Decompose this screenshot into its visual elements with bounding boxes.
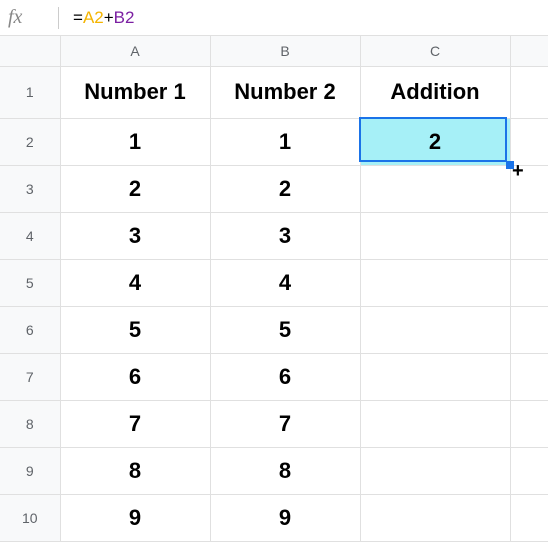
formula-input[interactable]: =A2+B2 (73, 8, 134, 28)
cell-c2[interactable]: 2 (360, 118, 510, 165)
cell-c10[interactable] (360, 494, 510, 541)
cell-c9[interactable] (360, 447, 510, 494)
cell-c3[interactable] (360, 165, 510, 212)
spreadsheet-grid: A B C 1 Number 1 Number 2 Addition 2 1 1… (0, 36, 548, 542)
cell-d10[interactable] (510, 494, 548, 541)
formula-ref-a: A2 (83, 8, 104, 28)
cell-d3[interactable] (510, 165, 548, 212)
row-header-2[interactable]: 2 (0, 118, 60, 165)
cell-d7[interactable] (510, 353, 548, 400)
fill-handle[interactable] (506, 161, 514, 169)
cell-c5[interactable] (360, 259, 510, 306)
row-header-5[interactable]: 5 (0, 259, 60, 306)
cell-d9[interactable] (510, 447, 548, 494)
cell-b6[interactable]: 5 (210, 306, 360, 353)
cell-c4[interactable] (360, 212, 510, 259)
cell-b8[interactable]: 7 (210, 400, 360, 447)
select-all-corner[interactable] (0, 36, 60, 66)
fx-label: fx (8, 6, 58, 29)
formula-equals: = (73, 8, 83, 28)
cell-d1[interactable] (510, 66, 548, 118)
cell-c1[interactable]: Addition (360, 66, 510, 118)
cell-a9[interactable]: 8 (60, 447, 210, 494)
cell-b1[interactable]: Number 2 (210, 66, 360, 118)
cell-b2[interactable]: 1 (210, 118, 360, 165)
cell-b4[interactable]: 3 (210, 212, 360, 259)
column-header-a[interactable]: A (60, 36, 210, 66)
cell-b3[interactable]: 2 (210, 165, 360, 212)
column-header-b[interactable]: B (210, 36, 360, 66)
row-header-9[interactable]: 9 (0, 447, 60, 494)
cell-c6[interactable] (360, 306, 510, 353)
cell-a5[interactable]: 4 (60, 259, 210, 306)
cell-d8[interactable] (510, 400, 548, 447)
cell-a1[interactable]: Number 1 (60, 66, 210, 118)
cell-a8[interactable]: 7 (60, 400, 210, 447)
row-header-10[interactable]: 10 (0, 494, 60, 541)
cell-a10[interactable]: 9 (60, 494, 210, 541)
cell-b7[interactable]: 6 (210, 353, 360, 400)
cell-a2[interactable]: 1 (60, 118, 210, 165)
cell-a4[interactable]: 3 (60, 212, 210, 259)
cell-b10[interactable]: 9 (210, 494, 360, 541)
column-header-c[interactable]: C (360, 36, 510, 66)
divider (58, 7, 59, 29)
formula-plus: + (104, 8, 114, 28)
formula-bar: fx =A2+B2 (0, 0, 548, 36)
cell-b5[interactable]: 4 (210, 259, 360, 306)
row-header-8[interactable]: 8 (0, 400, 60, 447)
row-header-3[interactable]: 3 (0, 165, 60, 212)
cell-b9[interactable]: 8 (210, 447, 360, 494)
formula-ref-b: B2 (114, 8, 135, 28)
cell-d2[interactable] (510, 118, 548, 165)
cell-a7[interactable]: 6 (60, 353, 210, 400)
column-header-extra[interactable] (510, 36, 548, 66)
cell-c7[interactable] (360, 353, 510, 400)
cell-d5[interactable] (510, 259, 548, 306)
row-header-4[interactable]: 4 (0, 212, 60, 259)
row-header-6[interactable]: 6 (0, 306, 60, 353)
cell-d6[interactable] (510, 306, 548, 353)
cell-a3[interactable]: 2 (60, 165, 210, 212)
cell-a6[interactable]: 5 (60, 306, 210, 353)
row-header-7[interactable]: 7 (0, 353, 60, 400)
cell-c8[interactable] (360, 400, 510, 447)
row-header-1[interactable]: 1 (0, 66, 60, 118)
cell-d4[interactable] (510, 212, 548, 259)
